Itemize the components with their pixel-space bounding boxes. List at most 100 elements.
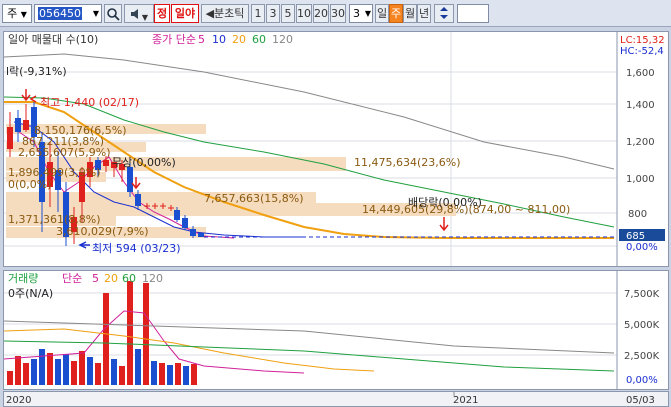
interval-select[interactable]: 3 ▼ <box>349 4 373 23</box>
arrow-left-icon <box>78 241 90 249</box>
y-tick: 1,400 <box>626 100 655 111</box>
high-label: 최고 1,440 (02/17) <box>40 96 139 109</box>
market-label: 주 <box>7 7 18 20</box>
volume-bar <box>167 365 173 385</box>
chevron-down-icon: ▼ <box>92 9 99 18</box>
hc-label: HC:-52,4 <box>620 46 664 57</box>
y-tick-percent: 0,00% <box>626 375 658 386</box>
volume-legend-name: 거래량 <box>8 272 38 285</box>
x-label-2020: 2020 <box>6 395 31 406</box>
legend-name: 일아 매물대 수(10) <box>8 32 98 46</box>
volume-bar <box>151 361 157 385</box>
y-tick-percent: 0,00% <box>626 242 658 253</box>
period-1-button[interactable]: 1 <box>251 4 265 23</box>
candle-up <box>7 127 13 149</box>
period-20-button[interactable]: 20 <box>313 4 329 23</box>
volume-bar <box>7 371 13 385</box>
market-select[interactable]: 주 ▼ <box>2 4 32 23</box>
volume-bar <box>71 361 77 385</box>
volume-bar <box>31 359 37 385</box>
timeframe-week-button[interactable]: 주 <box>389 4 403 23</box>
profile-label: 2,655,607(5,9%) <box>18 146 111 159</box>
profile-label: 11,475,634(23,6%) <box>354 156 461 169</box>
search-button[interactable] <box>104 4 122 23</box>
stock-code-input[interactable]: 056450 ▼ <box>34 4 102 23</box>
vol-legend-ma5: 5 <box>92 272 99 285</box>
legend-ma10: 10 <box>212 33 226 46</box>
drop-label: l락(-9,31%) <box>6 65 67 78</box>
legend-ma5: 5 <box>198 33 205 46</box>
period-30-button[interactable]: 30 <box>330 4 346 23</box>
lc-label: LC:15,32 <box>620 35 665 46</box>
y-tick: 2,500K <box>624 351 660 362</box>
volume-bar <box>55 359 61 385</box>
volume-bar <box>79 351 85 385</box>
candle-down <box>15 118 21 132</box>
timeframe-month-button[interactable]: 월 <box>403 4 417 23</box>
y-tick: 7,500K <box>624 289 660 300</box>
candle-down <box>182 218 188 228</box>
arrow-down-icon <box>21 89 31 102</box>
price-chart-panel[interactable]: 일아 매물대 수(10) 종가 단순 5 10 20 60 120 l락(-9,… <box>3 31 669 267</box>
y-tick: 1,600 <box>626 68 655 79</box>
y-tick: 1,200 <box>626 137 655 148</box>
candle-down <box>190 229 196 236</box>
timeframe-day-button[interactable]: 일 <box>375 4 389 23</box>
volume-bar <box>111 359 117 385</box>
period-arrow-button[interactable] <box>434 4 454 23</box>
vol-legend-ma60: 60 <box>122 272 136 285</box>
volume-y-ticks: 7,500K 5,000K 2,500K 0,00% <box>624 289 660 386</box>
x-label-current-date: 05/03 <box>626 395 655 406</box>
y-tick: 1,000 <box>626 174 655 185</box>
vol-ma120-line <box>3 320 615 354</box>
volume-bar <box>135 349 141 385</box>
ilya-button[interactable]: 일야 <box>171 4 199 23</box>
svg-text:일아 매물대 수(10): 일아 매물대 수(10) <box>8 32 98 46</box>
chart-window: 주 ▼ 056450 ▼ ▼ 정 일야 ◀분초틱 1 3 5 10 20 30 … <box>0 0 671 407</box>
y-tick: 5,000K <box>624 320 660 331</box>
candle-down <box>127 167 133 192</box>
speaker-dropdown[interactable]: ▼ <box>124 4 154 23</box>
jeong-button[interactable]: 정 <box>154 4 170 23</box>
arrow-down-icon <box>439 217 449 232</box>
chevron-down-icon: ▼ <box>20 10 27 19</box>
volume-bar <box>119 366 125 385</box>
volume-bar <box>127 281 133 385</box>
legend-ma20: 20 <box>232 33 246 46</box>
volume-bar <box>183 366 189 385</box>
period-5-button[interactable]: 5 <box>281 4 295 23</box>
low-label: 최저 594 (03/23) <box>92 242 181 255</box>
candle-down <box>135 194 141 206</box>
volume-bar <box>191 364 197 385</box>
y-tick: 800 <box>628 209 647 220</box>
stock-code-value: 056450 <box>38 7 82 20</box>
volume-legend-ma: 단순 <box>62 272 82 285</box>
profile-label: 0(0,0%) <box>8 178 52 191</box>
period-3-button[interactable]: 3 <box>266 4 280 23</box>
volume-bar <box>47 353 53 385</box>
speaker-icon <box>130 9 138 19</box>
candle-down <box>198 233 204 237</box>
dividend-label: 배당락(0,00%) <box>408 196 482 209</box>
volume-bar <box>15 356 21 385</box>
volume-bar <box>87 357 93 385</box>
candle-up <box>23 120 29 130</box>
timeframe-year-button[interactable]: 년 <box>417 4 431 23</box>
bonus-label: 무상(0,00%) <box>112 156 176 169</box>
volume-bar <box>95 363 101 385</box>
x-axis: 2020 2021 05/03 <box>3 391 669 407</box>
volume-bar <box>175 363 181 385</box>
period-10-button[interactable]: 10 <box>296 4 312 23</box>
profile-label: 7,657,663(15,8%) <box>204 192 304 205</box>
volume-chart: 거래량 단순 5 20 60 120 0주(N/A) 7,500K 5,000K… <box>3 271 660 389</box>
minute-second-tick-button[interactable]: ◀분초틱 <box>201 4 249 23</box>
vol-legend-ma20: 20 <box>104 272 118 285</box>
volume-value-label: 0주(N/A) <box>8 287 53 300</box>
count-input[interactable] <box>457 4 489 23</box>
volume-chart-panel[interactable]: 거래량 단순 5 20 60 120 0주(N/A) 7,500K 5,000K… <box>3 270 669 390</box>
chart-toolbar: 주 ▼ 056450 ▼ ▼ 정 일야 ◀분초틱 1 3 5 10 20 30 … <box>0 0 671 27</box>
chevron-down-icon: ▼ <box>364 9 371 18</box>
candle-down <box>174 210 180 220</box>
volume-bar <box>103 293 109 385</box>
interval-value: 3 <box>353 7 360 20</box>
